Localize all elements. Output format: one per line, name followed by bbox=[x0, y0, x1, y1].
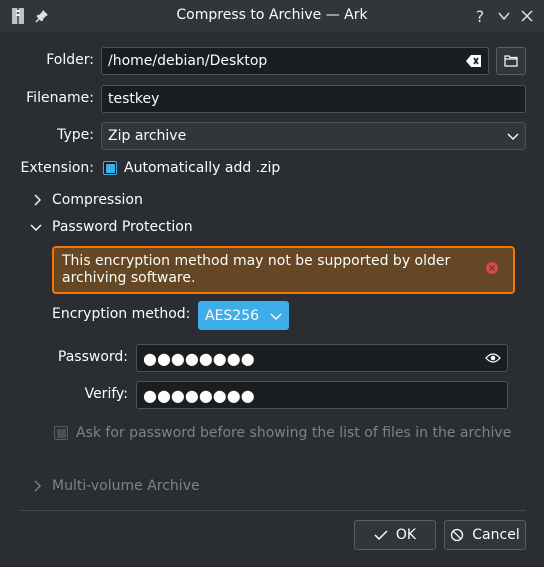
folder-value: /home/debian/Desktop bbox=[108, 53, 268, 69]
chevron-down-icon bbox=[270, 310, 282, 326]
error-close-icon[interactable] bbox=[485, 261, 499, 280]
show-password-eye-icon[interactable] bbox=[485, 352, 501, 368]
ok-button-label: OK bbox=[395, 527, 417, 543]
password-mask: ●●●●●●●● bbox=[143, 348, 255, 368]
type-value: Zip archive bbox=[108, 128, 187, 144]
password-section-label: Password Protection bbox=[52, 219, 193, 235]
chevron-right-icon bbox=[34, 480, 41, 492]
filename-label: Filename: bbox=[26, 90, 94, 106]
cancel-button[interactable]: Cancel bbox=[444, 520, 526, 550]
filename-value: testkey bbox=[108, 91, 160, 107]
ask-password-checkbox[interactable] bbox=[54, 426, 68, 440]
auto-extension-label[interactable]: Automatically add .zip bbox=[124, 160, 280, 176]
password-input[interactable]: ●●●●●●●● bbox=[136, 344, 508, 372]
titlebar: Compress to Archive — Ark ? bbox=[0, 0, 544, 32]
verify-input[interactable]: ●●●●●●●● bbox=[136, 381, 508, 409]
compression-section-label: Compression bbox=[52, 192, 143, 208]
close-icon[interactable] bbox=[517, 6, 537, 26]
checkmark-icon bbox=[374, 530, 388, 541]
auto-extension-checkbox[interactable] bbox=[103, 161, 117, 175]
encryption-method-label: Encryption method: bbox=[52, 306, 191, 322]
clear-text-icon[interactable] bbox=[466, 54, 482, 72]
verify-mask: ●●●●●●●● bbox=[143, 385, 255, 405]
folder-label: Folder: bbox=[46, 52, 94, 68]
multi-volume-section-toggle[interactable]: Multi-volume Archive bbox=[32, 478, 200, 494]
encryption-method-value: AES256 bbox=[205, 307, 260, 324]
compression-section-toggle[interactable]: Compression bbox=[32, 192, 143, 208]
chevron-right-icon bbox=[34, 194, 41, 206]
cancel-button-label: Cancel bbox=[472, 527, 520, 543]
ask-password-label[interactable]: Ask for password before showing the list… bbox=[76, 425, 511, 441]
chevron-down-icon bbox=[30, 224, 42, 231]
verify-label: Verify: bbox=[84, 386, 128, 402]
ok-button[interactable]: OK bbox=[354, 520, 436, 550]
folder-input[interactable]: /home/debian/Desktop bbox=[101, 47, 489, 75]
window-title: Compress to Archive — Ark bbox=[176, 7, 368, 23]
type-select[interactable]: Zip archive bbox=[101, 122, 526, 150]
encryption-warning-message: This encryption method may not be suppor… bbox=[52, 246, 515, 294]
multi-volume-section-label: Multi-volume Archive bbox=[52, 478, 200, 494]
browse-folder-button[interactable] bbox=[496, 47, 526, 75]
help-icon[interactable]: ? bbox=[470, 6, 490, 26]
folder-icon bbox=[504, 55, 518, 67]
extension-label: Extension: bbox=[20, 160, 94, 176]
encryption-method-select[interactable]: AES256 bbox=[198, 301, 289, 330]
type-label: Type: bbox=[57, 127, 94, 143]
minimize-icon[interactable] bbox=[494, 6, 514, 26]
cancel-icon bbox=[451, 528, 464, 542]
button-separator bbox=[20, 510, 526, 511]
password-section-toggle[interactable]: Password Protection bbox=[30, 219, 193, 235]
password-label: Password: bbox=[57, 349, 128, 365]
warning-text: This encryption method may not be suppor… bbox=[62, 253, 451, 286]
chevron-down-icon bbox=[507, 130, 519, 146]
filename-input[interactable]: testkey bbox=[101, 85, 526, 113]
